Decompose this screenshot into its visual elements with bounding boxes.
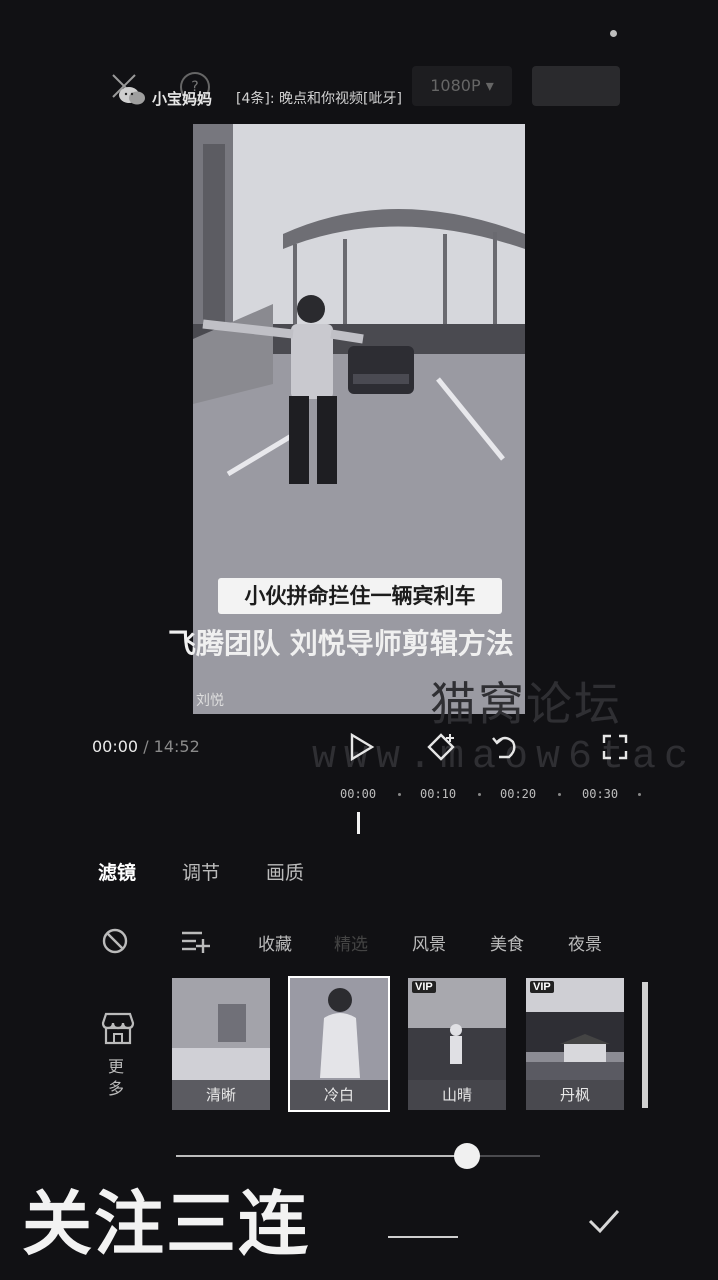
playhead[interactable] — [357, 812, 360, 834]
filter-label: 清晰 — [172, 1080, 270, 1110]
filter-thumbnail-selected[interactable]: 冷白 — [288, 976, 390, 1112]
timeline-dot — [558, 793, 561, 796]
timeline-ruler[interactable]: 00:00 00:10 00:20 00:30 — [340, 787, 660, 807]
store-icon[interactable] — [100, 1010, 136, 1046]
vip-badge: VIP — [412, 981, 436, 993]
brand-label: 刘悦 — [196, 693, 224, 709]
timeline-tick: 00:20 — [500, 787, 537, 801]
category-scenery[interactable]: 风景 — [412, 930, 446, 955]
filter-label: 山晴 — [408, 1080, 506, 1110]
current-time: 00:00 — [92, 737, 139, 756]
check-icon[interactable] — [586, 1206, 622, 1236]
resolution-dropdown[interactable]: 1080P ▾ — [412, 66, 512, 106]
time-separator: / — [138, 737, 154, 756]
no-filter-icon[interactable] — [102, 928, 128, 954]
filter-list-icon[interactable] — [180, 928, 210, 954]
timeline-dot — [398, 793, 401, 796]
watermark-title: 猫窝论坛 — [430, 677, 622, 731]
promo-underline — [388, 1236, 458, 1238]
filter-label: 冷白 — [290, 1080, 388, 1110]
time-readout: 00:00 / 14:52 — [92, 737, 200, 756]
more-filters-label[interactable]: 更多 — [108, 1056, 128, 1100]
filter-thumbnail-partial[interactable] — [642, 982, 648, 1108]
keyframe-icon[interactable] — [424, 730, 458, 764]
timeline-tick: 00:10 — [420, 787, 457, 801]
intensity-slider-knob[interactable] — [454, 1143, 480, 1169]
undo-icon[interactable] — [488, 730, 522, 764]
wechat-icon — [119, 87, 145, 105]
tab-adjust[interactable]: 调节 — [182, 858, 220, 885]
timeline-tick: 00:00 — [340, 787, 377, 801]
timeline-dot — [638, 793, 641, 796]
total-time: 14:52 — [153, 737, 200, 756]
timeline-dot — [478, 793, 481, 796]
category-favorites[interactable]: 收藏 — [258, 930, 292, 955]
export-button[interactable] — [532, 66, 620, 106]
play-icon[interactable] — [344, 730, 378, 764]
filter-thumbnail[interactable]: VIP 山晴 — [408, 978, 506, 1110]
category-night[interactable]: 夜景 — [568, 930, 602, 955]
video-caption: 小伙拼命拦住一辆宾利车 — [218, 578, 502, 614]
status-dot — [610, 30, 617, 37]
intensity-slider-fill — [176, 1155, 467, 1157]
category-food[interactable]: 美食 — [490, 930, 524, 955]
filter-label: 丹枫 — [526, 1080, 624, 1110]
timeline-tick: 00:30 — [582, 787, 619, 801]
fullscreen-icon[interactable] — [598, 730, 632, 764]
promo-overlay-text: 关注三连 — [22, 1183, 310, 1265]
filter-thumbnail[interactable]: 清晰 — [172, 978, 270, 1110]
category-featured[interactable]: 精选 — [334, 930, 368, 955]
notification-sender: 小宝妈妈 — [152, 90, 213, 108]
overlay-text: 飞腾团队 刘悦导师剪辑方法 — [168, 627, 514, 660]
tab-quality[interactable]: 画质 — [266, 858, 304, 885]
tab-filters[interactable]: 滤镜 — [98, 858, 136, 885]
vip-badge: VIP — [530, 981, 554, 993]
notification-message: [4条]: 晚点和你视频[呲牙] — [236, 91, 402, 107]
filter-thumbnail[interactable]: VIP 丹枫 — [526, 978, 624, 1110]
